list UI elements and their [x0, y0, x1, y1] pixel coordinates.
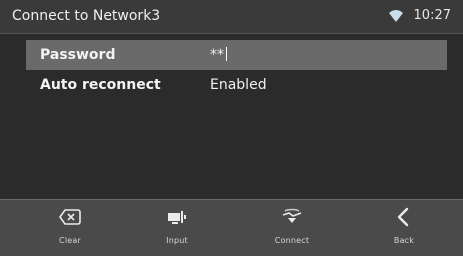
input-button[interactable]: Input	[137, 206, 217, 254]
status-area: 10:27	[388, 8, 451, 23]
password-text: **	[210, 47, 224, 63]
back-label: Back	[393, 236, 415, 245]
password-label: Password	[40, 47, 116, 63]
auto-reconnect-row[interactable]: Auto reconnect Enabled	[26, 70, 447, 100]
auto-reconnect-label: Auto reconnect	[40, 77, 161, 93]
connection-form: Password ** Auto reconnect Enabled	[12, 40, 451, 200]
bottom-action-bar: Clear Input Connect Back	[0, 199, 463, 256]
clear-label: Clear	[59, 236, 81, 245]
auto-reconnect-value[interactable]: Enabled	[210, 77, 267, 93]
screen: Connect to Network3 10:27 Password ** Au…	[0, 0, 463, 256]
page-title: Connect to Network3	[12, 8, 161, 24]
password-value[interactable]: **	[210, 47, 227, 63]
top-bar: Connect to Network3 10:27	[0, 0, 463, 34]
text-cursor	[226, 47, 227, 61]
wifi-icon	[388, 9, 404, 23]
password-row[interactable]: Password **	[26, 40, 447, 70]
chevron-left-icon	[392, 206, 416, 228]
clear-button[interactable]: Clear	[30, 206, 110, 254]
back-button[interactable]: Back	[364, 206, 444, 254]
backspace-icon	[58, 206, 82, 228]
input-label: Input	[166, 236, 188, 245]
connect-icon	[280, 206, 304, 228]
keyboard-input-icon	[165, 206, 189, 228]
connect-button[interactable]: Connect	[252, 206, 332, 254]
clock: 10:27	[413, 8, 451, 23]
connect-label: Connect	[274, 236, 310, 245]
